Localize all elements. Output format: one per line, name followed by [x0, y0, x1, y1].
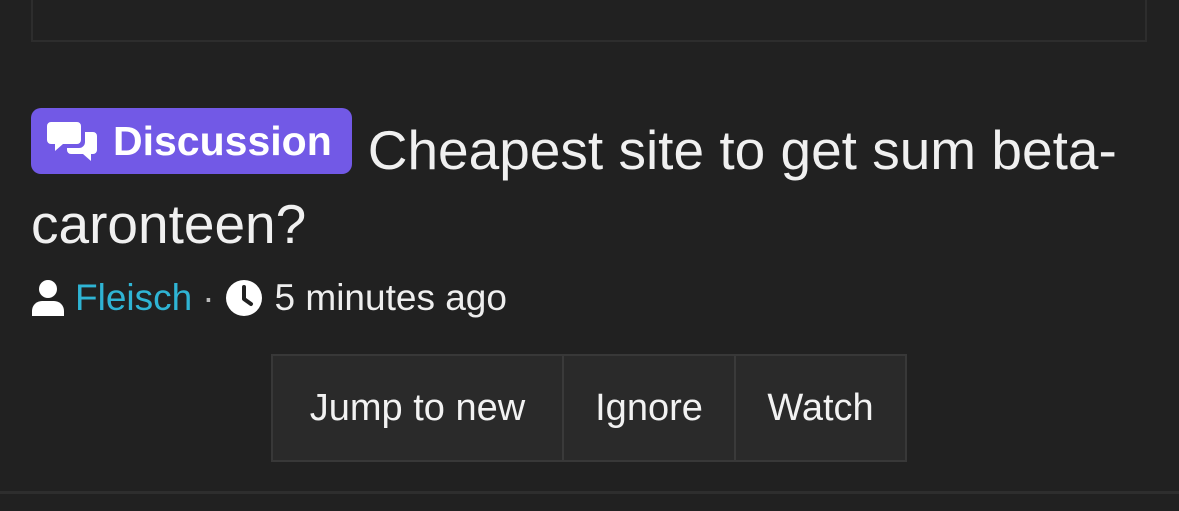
- jump-to-new-button[interactable]: Jump to new: [273, 356, 562, 460]
- thread-meta: Fleisch · 5 minutes ago: [31, 276, 507, 320]
- thread-list-page: Discussion Cheapest site to get sum beta…: [0, 0, 1179, 511]
- thread-time: 5 minutes ago: [274, 277, 507, 318]
- clock-icon: [225, 279, 263, 317]
- prefix-label: Discussion: [113, 118, 332, 164]
- thread-title-area: Discussion Cheapest site to get sum beta…: [31, 108, 1151, 261]
- thread-action-bar: Jump to new Ignore Watch: [271, 354, 907, 462]
- ignore-button[interactable]: Ignore: [562, 356, 734, 460]
- watch-button[interactable]: Watch: [734, 356, 905, 460]
- meta-separator: ·: [202, 277, 215, 318]
- discussion-prefix-badge[interactable]: Discussion: [31, 108, 352, 174]
- author-link[interactable]: Fleisch: [75, 277, 192, 319]
- next-thread-divider: [0, 491, 1179, 511]
- user-icon: [31, 279, 65, 317]
- comments-icon: [47, 122, 97, 161]
- previous-thread-item: [31, 0, 1147, 42]
